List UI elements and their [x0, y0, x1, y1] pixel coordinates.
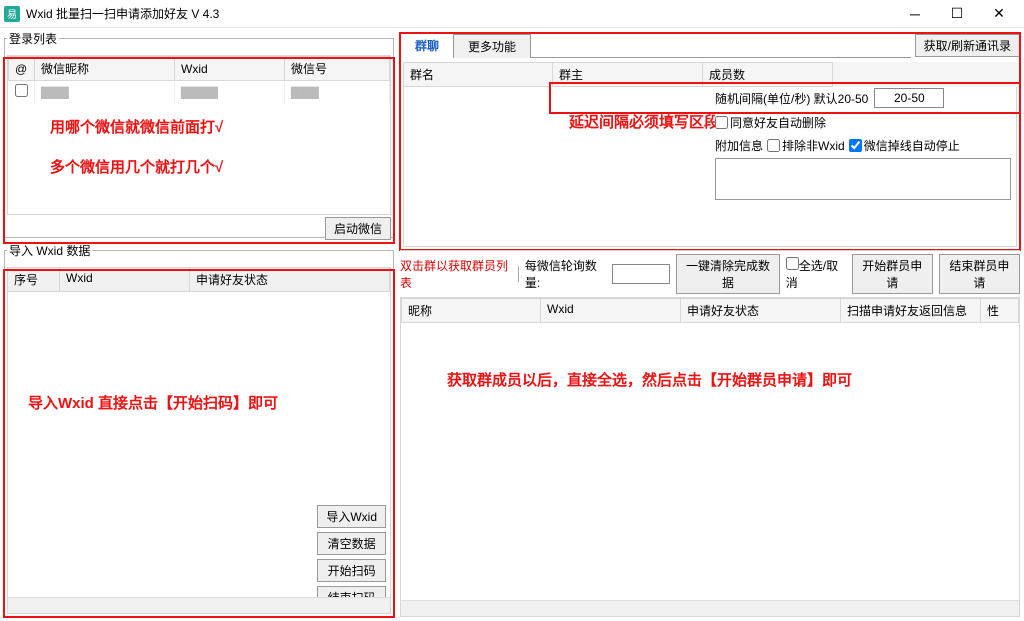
import-col-seq[interactable]: 序号 [8, 268, 60, 291]
select-all-checkbox[interactable]: 全选/取消 [786, 257, 846, 291]
login-row[interactable]: ▇▇▇ ▇▇▇▇ ▇▇▇ [9, 81, 390, 104]
settings-block: 随机间隔(单位/秒) 默认20-50 同意好友自动删除 附加信息 排除非Wxid… [715, 88, 1015, 203]
exclude-non-wxid-checkbox[interactable]: 排除非Wxid [767, 137, 845, 154]
login-col-wxid[interactable]: Wxid [175, 57, 285, 81]
members-area: 昵称 Wxid 申请好友状态 扫描申请好友返回信息 性 获取群成员以后，直接全选… [400, 297, 1020, 617]
refresh-contacts-button[interactable]: 获取/刷新通讯录 [915, 34, 1020, 57]
members-col-scan-info[interactable]: 扫描申请好友返回信息 [841, 298, 981, 323]
annotation-login-2: 多个微信用几个就打几个√ [50, 156, 223, 177]
start-scan-button[interactable]: 开始扫码 [317, 559, 386, 582]
right-column: 群聊 更多功能 获取/刷新通讯录 群名 群主 成员数 延迟间隔必须填写区段 随机… [400, 30, 1020, 617]
members-col-gender[interactable]: 性 [981, 298, 1019, 323]
group-col-name[interactable]: 群名 [403, 62, 553, 87]
import-h-scrollbar[interactable] [8, 597, 390, 613]
tabstrip: 群聊 更多功能 [400, 32, 911, 58]
clear-completed-button[interactable]: 一键清除完成数据 [676, 254, 780, 294]
members-col-wxid[interactable]: Wxid [541, 298, 681, 323]
tab-more[interactable]: 更多功能 [453, 34, 531, 58]
svg-text:易: 易 [7, 9, 17, 21]
annotation-login-1: 用哪个微信就微信前面打√ [50, 116, 223, 137]
login-row-nick: ▇▇▇ [35, 81, 175, 104]
annotation-members: 获取群成员以后，直接全选，然后点击【开始群员申请】即可 [447, 369, 852, 390]
login-col-at[interactable]: @ [9, 57, 35, 81]
login-row-wxnum: ▇▇▇ [285, 81, 390, 104]
clear-data-button[interactable]: 清空数据 [317, 532, 386, 555]
stop-member-apply-button[interactable]: 结束群员申请 [939, 254, 1020, 294]
group-table-header: 群名 群主 成员数 [403, 62, 1017, 87]
login-col-wxnum[interactable]: 微信号 [285, 57, 390, 81]
tab-group-chat[interactable]: 群聊 [400, 33, 454, 58]
right-topbar: 群聊 更多功能 获取/刷新通讯录 [400, 30, 1020, 60]
import-body: 导入Wxid 直接点击【开始扫码】即可 导入Wxid 清空数据 开始扫码 结束扫… [7, 292, 391, 614]
per-wx-input[interactable] [612, 264, 670, 284]
annotation-import: 导入Wxid 直接点击【开始扫码】即可 [28, 392, 278, 413]
members-header: 昵称 Wxid 申请好友状态 扫描申请好友返回信息 性 [401, 298, 1019, 323]
group-col-owner[interactable]: 群主 [553, 62, 703, 87]
interval-label: 随机间隔(单位/秒) 默认20-50 [715, 90, 868, 107]
offline-auto-stop-checkbox[interactable]: 微信掉线自动停止 [849, 137, 960, 154]
import-wxid-button[interactable]: 导入Wxid [317, 505, 386, 528]
members-col-nick[interactable]: 昵称 [401, 298, 541, 323]
left-column: 登录列表 @ 微信昵称 Wxid 微信号 ▇▇▇ [4, 30, 394, 617]
import-col-wxid[interactable]: Wxid [60, 268, 190, 291]
members-hint: 双击群以获取群员列表 [400, 257, 512, 291]
main-area: 登录列表 @ 微信昵称 Wxid 微信号 ▇▇▇ [0, 28, 1024, 621]
members-body: 获取群成员以后，直接全选，然后点击【开始群员申请】即可 [401, 323, 1019, 616]
auto-delete-checkbox[interactable]: 同意好友自动删除 [715, 114, 826, 131]
login-table: @ 微信昵称 Wxid 微信号 ▇▇▇ ▇▇▇▇ ▇▇▇ [7, 55, 391, 215]
import-legend: 导入 Wxid 数据 [7, 242, 92, 259]
titlebar: 易 Wxid 批量扫一扫申请添加好友 V 4.3 ─ ☐ ✕ [0, 0, 1024, 28]
group-area: 群名 群主 成员数 延迟间隔必须填写区段 随机间隔(单位/秒) 默认20-50 … [400, 60, 1020, 250]
start-wechat-button[interactable]: 启动微信 [325, 217, 391, 240]
import-col-status[interactable]: 申请好友状态 [190, 268, 390, 291]
attach-info-textarea[interactable] [715, 158, 1011, 200]
login-row-checkbox[interactable] [15, 84, 28, 97]
close-button[interactable]: ✕ [978, 1, 1020, 27]
app-icon: 易 [4, 6, 20, 22]
import-header: 序号 Wxid 申请好友状态 [7, 267, 391, 292]
window-title: Wxid 批量扫一扫申请添加好友 V 4.3 [26, 5, 894, 22]
per-wx-label: 每微信轮询数量: [525, 257, 606, 291]
minimize-button[interactable]: ─ [894, 1, 936, 27]
login-list-panel: 登录列表 @ 微信昵称 Wxid 微信号 ▇▇▇ [4, 30, 394, 238]
members-bar: 双击群以获取群员列表 每微信轮询数量: 一键清除完成数据 全选/取消 开始群员申… [400, 250, 1020, 297]
members-col-status[interactable]: 申请好友状态 [681, 298, 841, 323]
interval-row: 随机间隔(单位/秒) 默认20-50 [715, 88, 1015, 108]
annotation-delay: 延迟间隔必须填写区段 [569, 111, 719, 132]
login-col-nick[interactable]: 微信昵称 [35, 57, 175, 81]
import-wxid-panel: 导入 Wxid 数据 序号 Wxid 申请好友状态 导入Wxid 直接点击【开始… [4, 242, 394, 617]
group-col-members[interactable]: 成员数 [703, 62, 833, 87]
login-row-wxid: ▇▇▇▇ [175, 81, 285, 104]
members-h-scrollbar[interactable] [401, 600, 1019, 616]
login-list-legend: 登录列表 [7, 30, 59, 47]
maximize-button[interactable]: ☐ [936, 1, 978, 27]
interval-input[interactable] [874, 88, 944, 108]
start-member-apply-button[interactable]: 开始群员申请 [852, 254, 933, 294]
attach-label: 附加信息 [715, 137, 763, 154]
